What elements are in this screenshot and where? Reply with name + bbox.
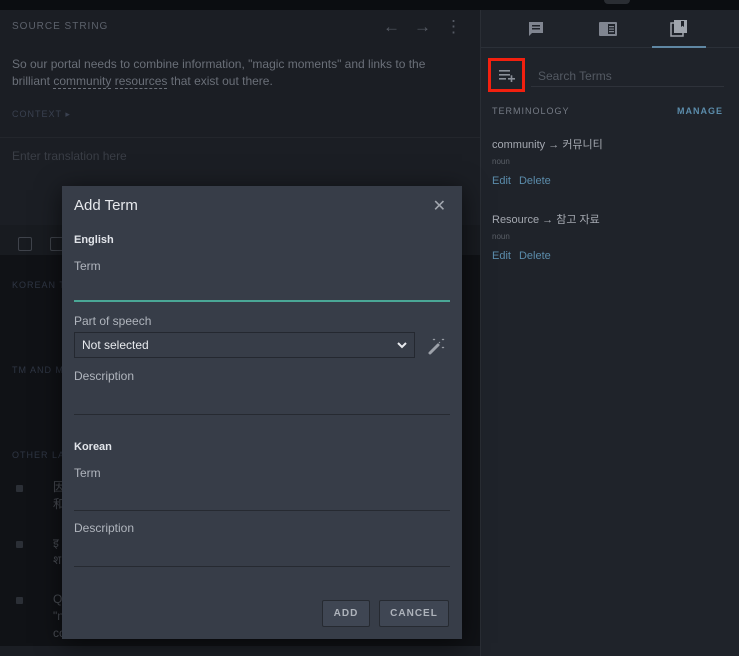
language-bullet bbox=[16, 485, 23, 492]
sidebar: TERMINOLOGY MANAGE community → 커뮤니티 noun… bbox=[480, 10, 739, 656]
translation-input[interactable]: Enter translation here bbox=[12, 149, 127, 163]
copy-source-icon[interactable] bbox=[18, 237, 32, 251]
search-terms-input[interactable] bbox=[531, 63, 724, 87]
edit-term-link[interactable]: Edit bbox=[492, 250, 511, 262]
part-of-speech-select[interactable]: Not selected bbox=[74, 332, 415, 358]
terminology-icon bbox=[670, 20, 687, 37]
language-bullet bbox=[16, 597, 23, 604]
source-term-resources[interactable]: resources bbox=[114, 74, 168, 89]
tab-resources[interactable] bbox=[581, 10, 635, 48]
sidebar-tabs bbox=[481, 10, 739, 48]
edit-term-link[interactable]: Edit bbox=[492, 175, 511, 187]
english-term-input[interactable] bbox=[74, 278, 450, 302]
source-string-heading: SOURCE STRING bbox=[12, 21, 109, 32]
source-text-part: that exist out there. bbox=[167, 74, 273, 88]
source-text: So our portal needs to combine informati… bbox=[12, 56, 452, 90]
delete-term-link[interactable]: Delete bbox=[519, 250, 551, 262]
korean-translations-heading: KOREAN T bbox=[12, 280, 66, 290]
part-of-speech-value: Not selected bbox=[82, 338, 149, 352]
english-term-label: Term bbox=[74, 259, 101, 273]
cancel-button[interactable]: CANCEL bbox=[379, 600, 449, 627]
term-entry: Resource → 참고 자료 noun Edit Delete bbox=[492, 211, 722, 262]
english-heading: English bbox=[74, 234, 114, 246]
korean-description-label: Description bbox=[74, 521, 135, 535]
tm-heading: TM AND M bbox=[12, 365, 64, 375]
korean-term-label: Term bbox=[74, 466, 101, 480]
other-languages-heading: OTHER LA bbox=[12, 450, 66, 460]
language-bullet bbox=[16, 541, 23, 548]
delete-term-link[interactable]: Delete bbox=[519, 175, 551, 187]
add-term-button[interactable] bbox=[488, 58, 525, 92]
korean-description-input[interactable] bbox=[74, 543, 450, 567]
context-toggle[interactable]: CONTEXT ▸ bbox=[12, 109, 71, 120]
source-nav: ← → ⋮ bbox=[383, 17, 462, 37]
divider bbox=[0, 137, 480, 138]
arrow-left-icon[interactable]: ← bbox=[383, 17, 400, 37]
window-tab[interactable] bbox=[604, 0, 630, 4]
tab-comments[interactable] bbox=[509, 10, 563, 48]
term-part-of-speech: noun bbox=[492, 157, 510, 166]
arrow-right-icon[interactable]: → bbox=[414, 17, 431, 37]
other-language-item[interactable]: इश bbox=[53, 535, 61, 569]
chevron-down-icon bbox=[397, 342, 407, 349]
magic-wand-icon[interactable] bbox=[427, 336, 447, 356]
comment-icon bbox=[529, 22, 543, 36]
add-button[interactable]: ADD bbox=[322, 600, 370, 627]
more-vert-icon[interactable]: ⋮ bbox=[445, 17, 462, 37]
english-description-label: Description bbox=[74, 369, 135, 383]
terminology-heading: TERMINOLOGY bbox=[492, 106, 570, 116]
term-part-of-speech: noun bbox=[492, 232, 510, 241]
manage-link[interactable]: MANAGE bbox=[677, 106, 723, 116]
playlist-add-icon bbox=[498, 70, 515, 82]
term-title: Resource → 참고 자료 bbox=[492, 214, 600, 226]
app-root: SOURCE STRING ← → ⋮ So our portal needs … bbox=[0, 0, 739, 656]
english-description-input[interactable] bbox=[74, 391, 450, 415]
korean-heading: Korean bbox=[74, 441, 112, 453]
term-title: community → 커뮤니티 bbox=[492, 139, 603, 151]
source-term-community[interactable]: community bbox=[53, 74, 112, 89]
resources-icon bbox=[599, 22, 617, 36]
term-entry: community → 커뮤니티 noun Edit Delete bbox=[492, 136, 722, 187]
tab-terminology[interactable] bbox=[652, 10, 706, 48]
part-of-speech-label: Part of speech bbox=[74, 314, 152, 328]
top-bar bbox=[0, 0, 739, 10]
close-icon[interactable]: ✕ bbox=[433, 199, 446, 215]
dialog-title: Add Term bbox=[74, 197, 138, 214]
korean-term-input[interactable] bbox=[74, 487, 450, 511]
add-term-dialog: Add Term ✕ English Term Part of speech N… bbox=[62, 186, 462, 639]
